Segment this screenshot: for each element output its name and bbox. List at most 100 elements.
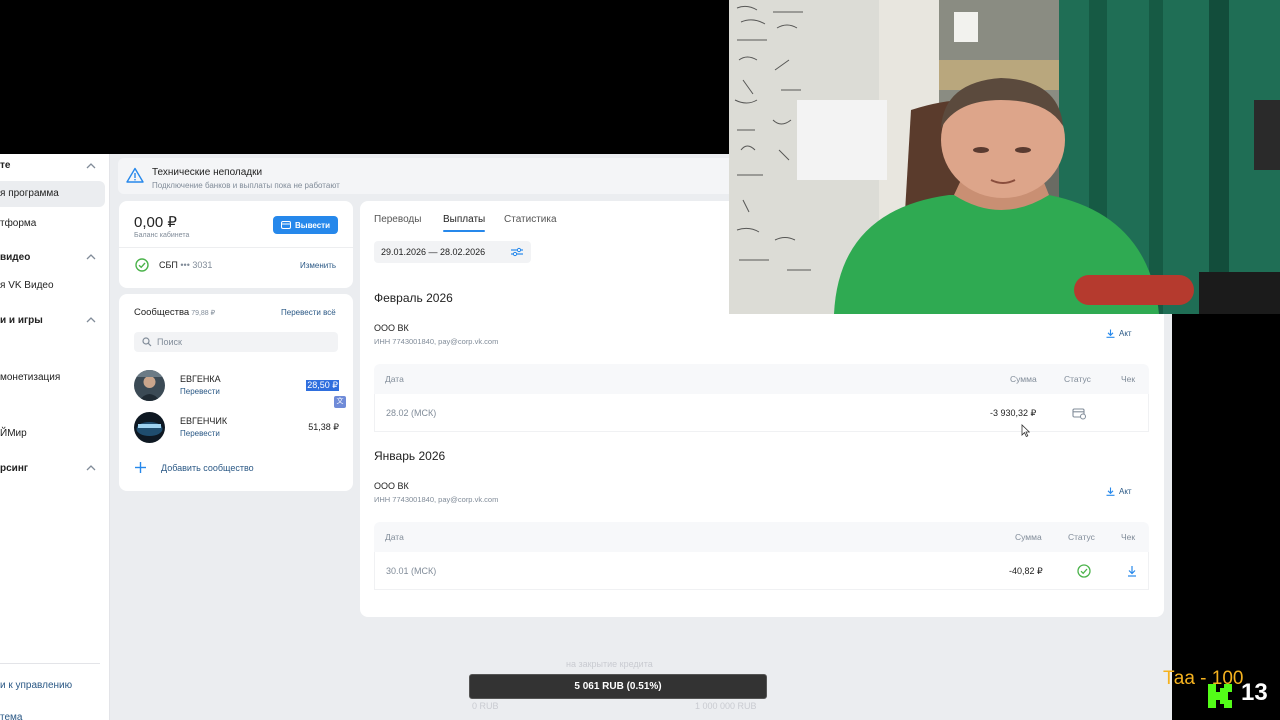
org-name: ООО ВК — [374, 481, 409, 491]
download-icon — [1106, 487, 1115, 496]
table-header: Дата Сумма Статус Чек — [374, 522, 1149, 552]
month-heading: Январь 2026 — [374, 449, 446, 463]
sidebar-item-igromir[interactable]: ЙМир — [0, 428, 27, 439]
col-status: Статус — [1068, 532, 1095, 542]
balance-caption: Баланс кабинета — [134, 232, 190, 239]
avatar[interactable] — [134, 412, 165, 443]
community-balance: 28,50 ₽ — [306, 380, 339, 391]
check-circle-icon — [135, 258, 149, 272]
community-item[interactable]: ЕВГЕНКА Перевести 28,50 ₽ — [134, 370, 339, 402]
act-label: Акт — [1119, 329, 1132, 338]
row-sum: -3 930,32 ₽ — [990, 408, 1037, 418]
sidebar-item-vk-video[interactable]: я VK Видео — [0, 280, 54, 291]
chevron-up-icon[interactable] — [84, 315, 98, 325]
chevron-up-icon[interactable] — [84, 252, 98, 262]
notice-title: Технические неполадки — [152, 167, 263, 178]
search-icon — [142, 337, 152, 347]
col-date: Дата — [385, 532, 404, 542]
warning-icon — [126, 167, 144, 183]
withdraw-label: Вывести — [294, 220, 331, 230]
search-input[interactable]: Поиск — [134, 332, 338, 352]
col-sum: Сумма — [1015, 532, 1042, 542]
sidebar-item-monetization[interactable]: монетизация — [0, 372, 60, 383]
communities-card: Сообщества 79,88 ₽ Перевести всё Поиск ЕВ… — [119, 294, 353, 491]
sbp-label: СБП — [159, 260, 178, 270]
streamer-webcam — [729, 0, 1280, 314]
period-picker[interactable]: 29.01.2026 — 28.02.2026 — [374, 241, 531, 263]
donation-goal-caption: на закрытие кредита — [566, 659, 653, 669]
donation-goal-bar: 5 061 RUB (0.51%) — [469, 674, 767, 699]
communities-total: 79,88 ₽ — [191, 310, 216, 317]
wallet-icon — [280, 221, 291, 229]
divider — [119, 247, 353, 248]
col-date: Дата — [385, 374, 404, 384]
withdraw-button[interactable]: Вывести — [273, 216, 338, 234]
row-date: 30.01 (МСК) — [386, 566, 437, 576]
row-date: 28.02 (МСК) — [386, 408, 437, 418]
kick-logo-icon — [1208, 684, 1232, 708]
act-label: Акт — [1119, 487, 1132, 496]
plus-icon — [135, 462, 146, 473]
community-balance: 51,38 ₽ — [308, 422, 339, 432]
sidebar: те я программа тформа видео я VK Видео и… — [0, 154, 110, 720]
sidebar-item-platform[interactable]: тформа — [0, 218, 36, 229]
sidebar-section-1[interactable]: те — [0, 160, 10, 171]
org-details: ИНН 7743001840, pay@corp.vk.com — [374, 495, 499, 504]
check-circle-icon — [1077, 564, 1091, 578]
sidebar-section-video[interactable]: видео — [0, 252, 30, 263]
sidebar-section-parsing[interactable]: рсинг — [0, 463, 28, 474]
add-community-label: Добавить сообщество — [161, 462, 254, 473]
act-download-button[interactable]: Акт — [1106, 329, 1132, 338]
sidebar-divider — [0, 663, 100, 664]
notice-text: Подключение банков и выплаты пока не раб… — [152, 181, 340, 190]
donation-goal-max: 1 000 000 RUB — [695, 701, 757, 711]
sidebar-link-management[interactable]: и к управлению — [0, 680, 72, 691]
table-row[interactable]: 30.01 (МСК) -40,82 ₽ — [374, 552, 1149, 590]
viewer-counter: 13 — [1241, 679, 1268, 706]
table-header: Дата Сумма Статус Чек — [374, 364, 1149, 394]
tech-issues-notice: Технические неполадки Подключение банков… — [118, 158, 738, 194]
filter-icon[interactable] — [511, 247, 523, 257]
tab-statistics[interactable]: Статистика — [504, 214, 557, 225]
communities-title-text: Сообщества — [134, 307, 190, 318]
col-status: Статус — [1064, 374, 1091, 384]
donation-goal-min: 0 RUB — [472, 701, 499, 711]
chevron-up-icon[interactable] — [84, 161, 98, 171]
sidebar-link-theme[interactable]: тема — [0, 712, 22, 720]
donation-goal-value: 5 061 RUB (0.51%) — [574, 681, 662, 692]
community-name[interactable]: ЕВГЕНЧИК — [180, 416, 227, 426]
change-link[interactable]: Изменить — [300, 261, 336, 270]
sidebar-section-games[interactable]: и и игры — [0, 315, 43, 326]
download-icon[interactable] — [1125, 564, 1139, 578]
org-name: ООО ВК — [374, 323, 409, 333]
row-sum: -40,82 ₽ — [1009, 566, 1043, 576]
sidebar-item-program[interactable]: я программа — [0, 181, 105, 207]
org-details: ИНН 7743001840, pay@corp.vk.com — [374, 337, 499, 346]
transfer-link[interactable]: Перевести — [180, 387, 220, 396]
sbp-number: ••• 3031 — [180, 260, 213, 270]
communities-title: Сообщества 79,88 ₽ — [134, 307, 215, 318]
act-download-button[interactable]: Акт — [1106, 487, 1132, 496]
add-community-button[interactable]: Добавить сообщество — [134, 461, 254, 474]
transfer-link[interactable]: Перевести — [180, 429, 220, 438]
tab-transfers[interactable]: Переводы — [374, 214, 421, 225]
translate-icon[interactable]: 文 — [334, 396, 346, 408]
transfer-all-link[interactable]: Перевести всё — [281, 308, 336, 317]
search-placeholder: Поиск — [157, 337, 182, 347]
balance-card: 0,00 ₽ Баланс кабинета Вывести СБП ••• 3… — [119, 201, 353, 288]
table-row[interactable]: 28.02 (МСК) -3 930,32 ₽ — [374, 394, 1149, 432]
chevron-up-icon[interactable] — [84, 463, 98, 473]
download-icon — [1106, 329, 1115, 338]
community-item[interactable]: ЕВГЕНЧИК Перевести 51,38 ₽ — [134, 412, 339, 444]
balance-amount: 0,00 ₽ — [134, 214, 177, 231]
active-tab-indicator — [443, 230, 485, 232]
card-pending-icon — [1072, 408, 1086, 420]
community-name[interactable]: ЕВГЕНКА — [180, 374, 221, 384]
tab-payouts[interactable]: Выплаты — [443, 214, 485, 225]
avatar[interactable] — [134, 370, 165, 401]
stream-corner-panel — [1172, 314, 1280, 720]
mouse-cursor-icon — [1021, 424, 1030, 437]
sbp-account: СБП ••• 3031 — [159, 260, 212, 270]
col-receipt: Чек — [1121, 532, 1136, 542]
col-sum: Сумма — [1010, 374, 1037, 384]
